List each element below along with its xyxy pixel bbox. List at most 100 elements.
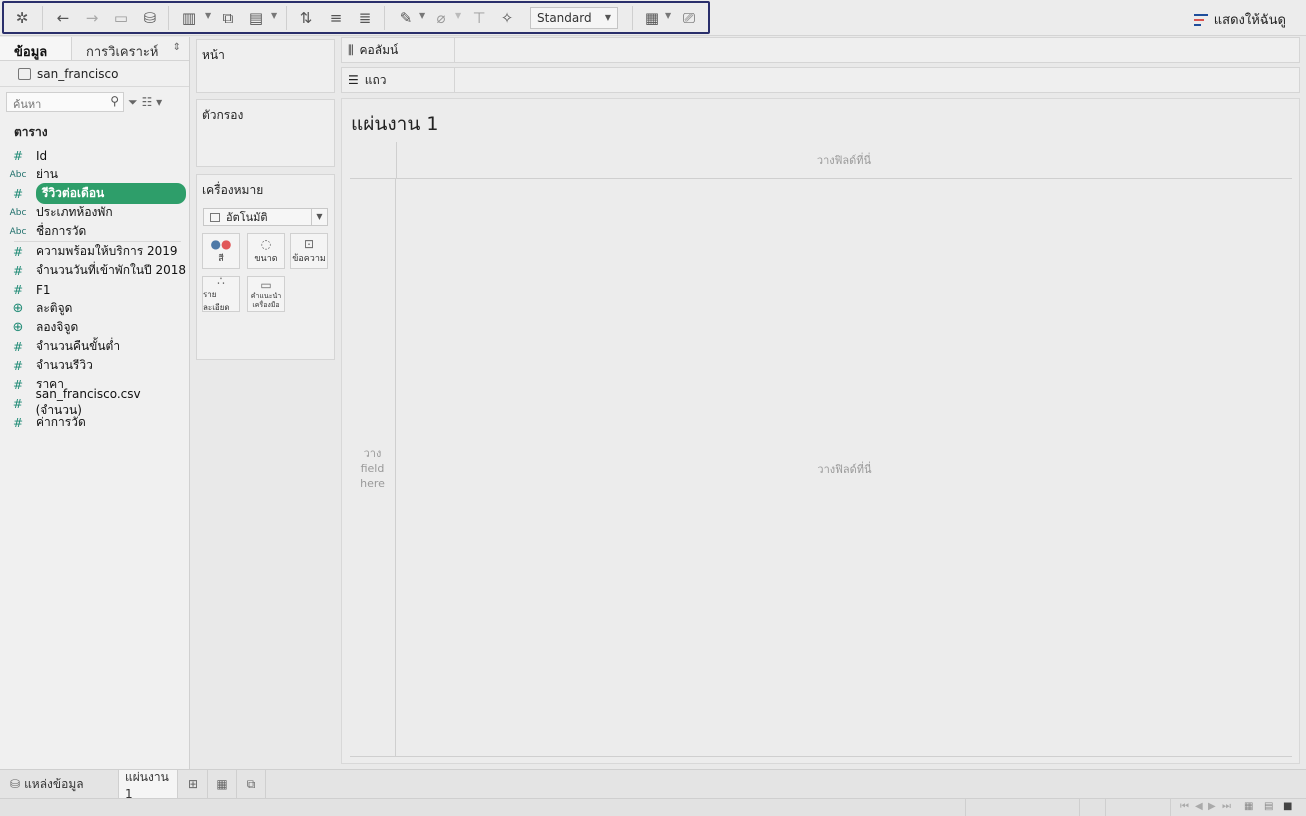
new-dashboard-tab-icon[interactable]: ▦ bbox=[208, 770, 237, 798]
string-type-icon: Abc bbox=[9, 169, 27, 180]
filters-card[interactable]: ตัวกรอง bbox=[196, 99, 335, 167]
show-me-label: แสดงให้ฉันดู bbox=[1213, 13, 1286, 28]
label-button[interactable]: ⊡ ข้อความ bbox=[290, 233, 328, 269]
group-caret-icon[interactable]: ▼ bbox=[455, 11, 461, 20]
save-icon[interactable]: ▭ bbox=[110, 7, 132, 29]
field-item[interactable]: # san_francisco.csv (จำนวน) bbox=[0, 387, 189, 417]
presentation-mode-icon[interactable]: ⎚ bbox=[678, 7, 700, 29]
fix-axes-icon[interactable]: ✧ bbox=[496, 7, 518, 29]
pages-card[interactable]: หน้า bbox=[196, 39, 335, 93]
number-type-icon: # bbox=[12, 396, 23, 411]
field-item[interactable]: # ค่าการวัด bbox=[0, 413, 189, 432]
previous-sheet-icon[interactable]: ◀ bbox=[1195, 801, 1203, 812]
divider bbox=[396, 142, 397, 179]
row-drop-text: วาง bbox=[363, 446, 382, 460]
field-search-box: ⚲ bbox=[6, 92, 124, 114]
field-label: ชื่อการวัด bbox=[36, 224, 87, 238]
cards-column: หน้า ตัวกรอง เครื่องหมาย อัตโนมัติ ▼ ●● … bbox=[191, 37, 339, 769]
field-item[interactable]: # จำนวนวันที่เข้าพักในปี 2018 bbox=[0, 261, 189, 280]
sheet-title[interactable]: แผ่นงาน 1 bbox=[351, 109, 438, 139]
filter-icon[interactable]: ⏷ bbox=[128, 95, 138, 110]
field-item[interactable]: Abc ประเภทห้องพัก bbox=[0, 203, 189, 222]
rows-shelf[interactable]: ☰ แถว bbox=[341, 67, 1300, 93]
field-label: F1 bbox=[36, 282, 51, 297]
view-mode-select[interactable]: Standard ▼ bbox=[530, 7, 618, 29]
number-type-icon: # bbox=[12, 148, 24, 163]
group-members-icon[interactable]: ⌀ bbox=[430, 7, 452, 29]
field-item-selected[interactable]: # รีวิวต่อเดือน bbox=[0, 183, 189, 204]
tabs-view-icon[interactable]: ■ bbox=[1283, 801, 1292, 812]
detail-button[interactable]: ∴ รายละเอียด bbox=[202, 274, 240, 312]
new-worksheet-icon[interactable]: ▥ bbox=[178, 7, 200, 29]
tab-data[interactable]: ข้อมูล bbox=[0, 37, 72, 60]
field-item[interactable]: # จำนวนรีวิว bbox=[0, 356, 189, 375]
last-sheet-icon[interactable]: ⏭ bbox=[1222, 801, 1231, 812]
main-drop-zone[interactable]: วางฟิลด์ที่นี่ bbox=[397, 180, 1292, 757]
new-datasource-icon[interactable]: ⛁ bbox=[139, 7, 161, 29]
first-sheet-icon[interactable]: ⏮ bbox=[1180, 801, 1189, 812]
show-me-button[interactable]: แสดงให้ฉันดู bbox=[1193, 9, 1286, 30]
new-story-tab-icon[interactable]: ⧉ bbox=[237, 770, 266, 798]
filmstrip-icon[interactable]: ▤ bbox=[1264, 801, 1273, 812]
number-type-icon: # bbox=[12, 339, 24, 354]
number-type-icon: # bbox=[12, 263, 24, 278]
column-drop-zone[interactable]: วางฟิลด์ที่นี่ bbox=[396, 142, 1292, 179]
highlight-caret-icon[interactable]: ▼ bbox=[419, 11, 425, 20]
tooltip-icon: ▭ bbox=[260, 278, 272, 292]
tab-analytics[interactable]: การวิเคราะห์ ⇕ bbox=[72, 37, 189, 60]
datasource-tab[interactable]: ⛁ แหล่งข้อมูล bbox=[4, 770, 90, 798]
status-separator bbox=[1105, 799, 1106, 816]
search-icon[interactable]: ⚲ bbox=[110, 94, 119, 108]
redo-icon[interactable]: → bbox=[81, 7, 103, 29]
marks-card: เครื่องหมาย อัตโนมัติ ▼ ●● สี ◌ ขนาด ⊡ ข… bbox=[196, 174, 335, 360]
tooltip-button[interactable]: ▭ คำแนะนำเครื่องมือ bbox=[247, 276, 285, 312]
status-separator bbox=[1170, 799, 1171, 816]
undo-icon[interactable]: ← bbox=[52, 7, 74, 29]
show-cards-caret-icon[interactable]: ▼ bbox=[665, 11, 671, 20]
filters-card-title: ตัวกรอง bbox=[202, 108, 244, 122]
field-item[interactable]: # F1 bbox=[0, 280, 189, 299]
clear-sheet-caret-icon[interactable]: ▼ bbox=[271, 11, 277, 20]
field-item[interactable]: ⊕ ลองจิจูด bbox=[0, 318, 189, 337]
field-label: Id bbox=[36, 148, 48, 163]
field-label: ค่าการวัด bbox=[36, 415, 86, 429]
size-button[interactable]: ◌ ขนาด bbox=[247, 233, 285, 269]
field-search-input[interactable] bbox=[7, 95, 103, 114]
new-worksheet-tab-icon[interactable]: ⊞ bbox=[179, 770, 208, 798]
next-sheet-icon[interactable]: ▶ bbox=[1208, 801, 1216, 812]
tableau-logo-icon[interactable]: ✲ bbox=[11, 7, 33, 29]
status-separator bbox=[965, 799, 966, 816]
field-label: ลองจิจูด bbox=[36, 320, 79, 334]
status-separator bbox=[1079, 799, 1080, 816]
field-item[interactable]: # ความพร้อมให้บริการ 2019 bbox=[0, 242, 189, 261]
field-item[interactable]: Abc ย่าน bbox=[0, 165, 189, 184]
field-item[interactable]: ⊕ ละติจูด bbox=[0, 299, 189, 318]
new-worksheet-caret-icon[interactable]: ▼ bbox=[205, 11, 211, 20]
sort-descending-icon[interactable]: ≣ bbox=[354, 7, 376, 29]
columns-icon: ⫼ bbox=[348, 42, 354, 57]
mark-type-select[interactable]: อัตโนมัติ ▼ bbox=[203, 208, 328, 226]
sort-ascending-icon[interactable]: ≡ bbox=[325, 7, 347, 29]
sheet-sorter-icon[interactable]: ▦ bbox=[1244, 801, 1253, 812]
field-item[interactable]: Abc ชื่อการวัด bbox=[0, 222, 189, 241]
size-icon: ◌ bbox=[260, 237, 272, 251]
view-canvas: แผ่นงาน 1 วางฟิลด์ที่นี่ วาง field here … bbox=[341, 98, 1300, 764]
divider bbox=[350, 756, 1292, 757]
highlight-icon[interactable]: ✎ bbox=[395, 7, 417, 29]
tab-sheet-1[interactable]: แผ่นงาน 1 bbox=[118, 770, 178, 801]
view-options-icon[interactable]: ☷ ▾ bbox=[142, 95, 163, 109]
duplicate-sheet-icon[interactable]: ⧉ bbox=[217, 7, 239, 29]
number-type-icon: # bbox=[12, 358, 24, 373]
show-cards-icon[interactable]: ▦ bbox=[641, 7, 663, 29]
show-mark-labels-icon[interactable]: ⊤ bbox=[468, 7, 490, 29]
row-drop-zone[interactable]: วาง field here bbox=[350, 179, 396, 757]
clear-sheet-icon[interactable]: ▤ bbox=[245, 7, 267, 29]
color-button[interactable]: ●● สี bbox=[202, 233, 240, 269]
chevron-down-icon: ▼ bbox=[604, 13, 611, 22]
field-item[interactable]: # Id bbox=[0, 146, 189, 165]
swap-rows-columns-icon[interactable]: ⇅ bbox=[295, 7, 317, 29]
field-item[interactable]: # จำนวนคืนขั้นต่ำ bbox=[0, 337, 189, 356]
columns-shelf[interactable]: ⫼ คอลัมน์ bbox=[341, 37, 1300, 63]
datasource-item[interactable]: san_francisco bbox=[0, 61, 189, 87]
collapse-pane-icon[interactable]: ⇕ bbox=[173, 42, 181, 53]
